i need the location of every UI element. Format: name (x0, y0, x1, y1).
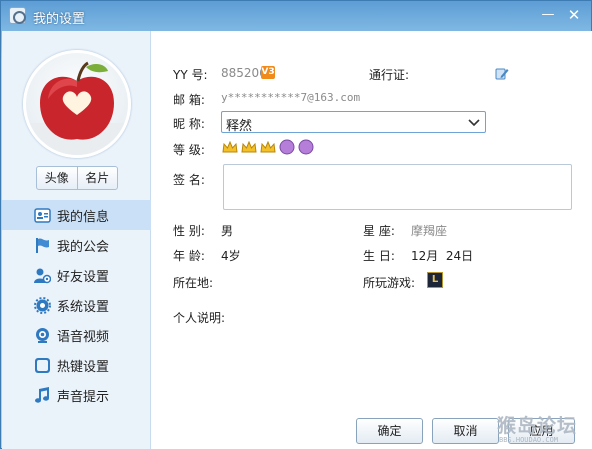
id-card-icon (34, 208, 51, 223)
sidebar-item-system-settings[interactable]: 系统设置 (2, 290, 151, 320)
sidebar-item-hotkey-settings[interactable]: 热键设置 (2, 350, 151, 380)
passport-label: 通行证: (369, 68, 410, 82)
constellation-value: 摩羯座 (411, 224, 448, 238)
constellation-label: 星 座: (363, 224, 395, 238)
confirm-button[interactable]: 确定 (356, 418, 423, 444)
bio-label: 个人说明: (173, 311, 226, 325)
signature-input[interactable] (223, 164, 572, 210)
hotkey-icon (35, 358, 50, 373)
sidebar-item-label: 声音提示 (57, 389, 110, 405)
chevron-down-icon[interactable] (467, 115, 481, 129)
nickname-label: 昵 称: (173, 117, 205, 131)
my-info-panel: YY 号: 885206 V3 通行证: 邮 箱: y***********7@… (151, 31, 592, 449)
birthday-label: 生 日: (363, 249, 395, 263)
apply-button[interactable]: 应用 (508, 418, 575, 444)
nickname-combobox[interactable]: 释然 (221, 111, 486, 134)
flag-icon (36, 238, 49, 253)
sidebar-item-label: 我的公会 (57, 239, 110, 255)
moon-icon (279, 139, 295, 155)
gender-value: 男 (221, 224, 234, 238)
tab-namecard[interactable]: 名片 (76, 167, 118, 189)
title-bar[interactable]: 我的设置 — ✕ (1, 1, 591, 31)
moon-icon (298, 139, 314, 155)
nickname-value: 释然 (226, 119, 253, 134)
sidebar-item-label: 热键设置 (57, 359, 110, 375)
level-icons (222, 139, 314, 155)
sidebar-item-label: 好友设置 (57, 269, 110, 285)
sidebar-item-label: 我的信息 (57, 209, 110, 225)
email-label: 邮 箱: (173, 93, 205, 107)
edit-icon[interactable] (495, 67, 509, 80)
passport-field (419, 66, 494, 82)
avatar-tabs: 头像 名片 (36, 166, 118, 190)
vip-badge: V3 (261, 66, 275, 79)
sidebar-item-voice-video[interactable]: 语音视频 (2, 320, 151, 350)
games-label: 所玩游戏: (363, 276, 416, 290)
friend-settings-icon (34, 268, 51, 284)
birthday-value: 12月 24日 (411, 249, 474, 263)
sidebar: 头像 名片 我的信息 我的公会 好友设置 系统设置 语音视频 热键设置 声音提示 (2, 31, 151, 449)
close-button[interactable]: ✕ (565, 7, 583, 23)
yy-number-value: 885206 (221, 66, 267, 80)
gear-icon (34, 297, 51, 314)
age-label: 年 龄: (173, 249, 205, 263)
sidebar-item-sound-alerts[interactable]: 声音提示 (2, 380, 151, 410)
avatar[interactable] (23, 50, 131, 158)
gender-label: 性 别: (173, 224, 205, 238)
location-label: 所在地: (173, 276, 214, 290)
sidebar-item-my-info[interactable]: 我的信息 (2, 200, 151, 230)
music-note-icon (35, 387, 49, 403)
league-game-icon[interactable]: L (427, 272, 443, 288)
crown-icon (260, 140, 276, 153)
cancel-button[interactable]: 取消 (432, 418, 499, 444)
minimize-button[interactable]: — (539, 7, 557, 23)
settings-window: 我的设置 — ✕ 头像 名片 我的信息 我的公会 好友设置 系统设置 语音视频 … (0, 0, 592, 449)
yy-number-label: YY 号: (173, 68, 208, 82)
sidebar-item-label: 语音视频 (57, 329, 110, 345)
sidebar-item-label: 系统设置 (57, 299, 110, 315)
yy-app-icon (9, 7, 26, 24)
webcam-icon (36, 328, 49, 343)
sidebar-item-my-guild[interactable]: 我的公会 (2, 230, 151, 260)
apple-avatar-image (26, 61, 128, 155)
crown-icon (241, 140, 257, 153)
window-title: 我的设置 (33, 12, 86, 27)
sidebar-item-friend-settings[interactable]: 好友设置 (2, 260, 151, 290)
settings-menu: 我的信息 我的公会 好友设置 系统设置 语音视频 热键设置 声音提示 (2, 200, 151, 410)
age-value: 4岁 (221, 249, 241, 263)
email-value: y***********7@163.com (221, 91, 361, 104)
dialog-content: 头像 名片 我的信息 我的公会 好友设置 系统设置 语音视频 热键设置 声音提示… (2, 31, 592, 449)
signature-label: 签 名: (173, 173, 205, 187)
level-label: 等 级: (173, 143, 205, 157)
tab-avatar[interactable]: 头像 (37, 167, 77, 189)
crown-icon (222, 140, 238, 153)
